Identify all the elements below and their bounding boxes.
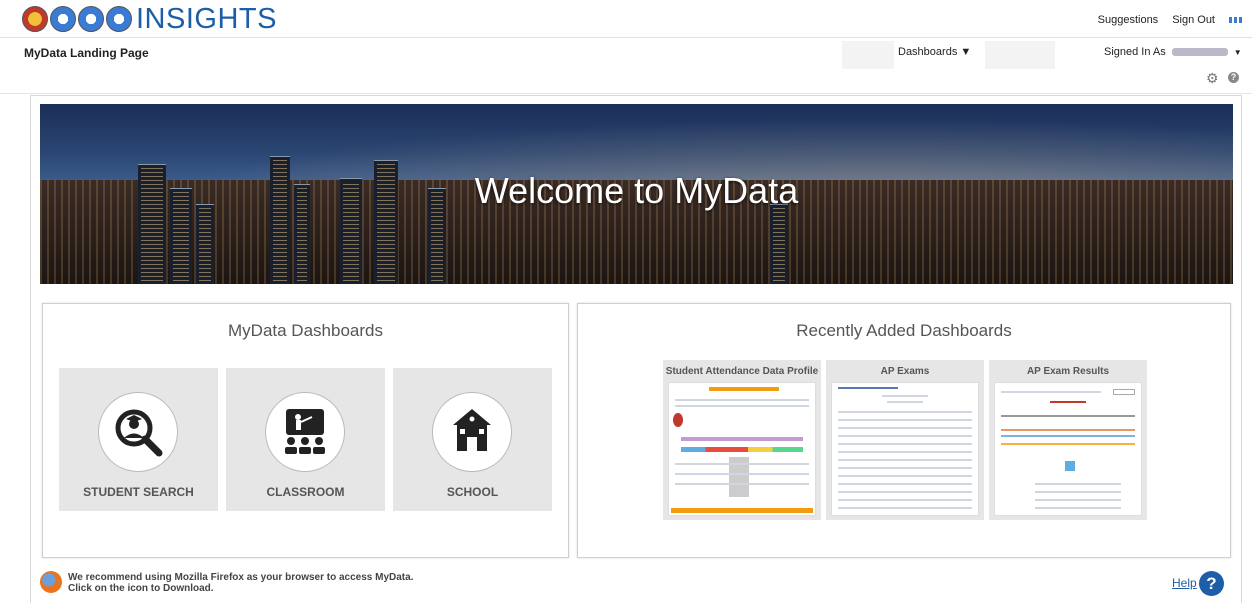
- student-search-icon: [98, 392, 178, 472]
- hero-banner: Welcome to MyData: [40, 104, 1233, 284]
- hero-building: [770, 204, 788, 284]
- tile-label: STUDENT SEARCH: [83, 485, 194, 499]
- badge-icon-2: [78, 6, 104, 32]
- dashboard-thumbnail[interactable]: Student Attendance Data Profile: [663, 360, 821, 520]
- thumbnail-preview: [831, 382, 979, 516]
- thumbnail-title: Student Attendance Data Profile: [665, 366, 819, 377]
- sign-out-link[interactable]: Sign Out: [1172, 14, 1215, 26]
- top-links: Suggestions Sign Out: [1098, 14, 1242, 26]
- signed-in-label: Signed In As: [1104, 46, 1166, 58]
- signed-in-as[interactable]: Signed In As ▼: [1104, 46, 1242, 58]
- thumbnail-preview: [668, 382, 816, 516]
- hero-title: Welcome to MyData: [474, 170, 799, 211]
- classroom-icon: [265, 392, 345, 472]
- dashboard-thumbnail[interactable]: AP Exams: [826, 360, 984, 520]
- gear-icon[interactable]: ⚙: [1206, 70, 1219, 87]
- dashboards-menu[interactable]: Dashboards ▼: [898, 46, 971, 58]
- school-icon: [432, 392, 512, 472]
- redacted-area: [985, 41, 1055, 69]
- help-icon[interactable]: ?: [1199, 571, 1224, 596]
- recently-added-title: Recently Added Dashboards: [796, 321, 1012, 340]
- student-search-tile[interactable]: STUDENT SEARCH: [59, 368, 218, 511]
- recently-added-panel: Recently Added Dashboards Student Attend…: [577, 303, 1231, 558]
- district-seal-icon: [22, 6, 48, 32]
- apps-menu-icon[interactable]: [1229, 17, 1242, 23]
- redacted-username: [1171, 48, 1228, 56]
- brand-name: INSIGHTS: [136, 2, 277, 35]
- firefox-line-1: We recommend using Mozilla Firefox as yo…: [68, 572, 414, 583]
- help-small-icon[interactable]: ?: [1228, 72, 1239, 83]
- hero-building: [196, 204, 214, 284]
- badge-icon-1: [50, 6, 76, 32]
- tile-label: CLASSROOM: [266, 485, 345, 499]
- page-title: MyData Landing Page: [24, 46, 149, 60]
- tile-label: SCHOOL: [446, 485, 499, 499]
- firefox-icon[interactable]: [40, 571, 62, 593]
- school-tile[interactable]: SCHOOL: [393, 368, 552, 511]
- insights-logo[interactable]: INSIGHTS: [22, 3, 277, 35]
- thumbnail-preview: [994, 382, 1142, 516]
- help-link[interactable]: Help: [1172, 576, 1197, 590]
- firefox-recommendation: We recommend using Mozilla Firefox as yo…: [68, 572, 413, 594]
- dashboard-thumbnail[interactable]: AP Exam Results: [989, 360, 1147, 520]
- mydata-dashboards-title: MyData Dashboards: [228, 321, 383, 340]
- user-menu-caret[interactable]: ▼: [1234, 48, 1242, 57]
- badge-icon-3: [106, 6, 132, 32]
- mydata-dashboards-panel: MyData Dashboards STUDENT SEARCH CLASSRO…: [42, 303, 569, 558]
- firefox-line-2: Click on the icon to Download.: [68, 583, 214, 594]
- thumbnail-title: AP Exams: [880, 366, 930, 377]
- thumbnail-title: AP Exam Results: [1026, 366, 1110, 377]
- suggestions-link[interactable]: Suggestions: [1098, 14, 1159, 26]
- top-bar: INSIGHTS Suggestions Sign Out: [0, 0, 1252, 38]
- sub-header: MyData Landing Page Dashboards ▼ Signed …: [0, 38, 1252, 94]
- classroom-tile[interactable]: CLASSROOM: [226, 368, 385, 511]
- redacted-area: [842, 41, 894, 69]
